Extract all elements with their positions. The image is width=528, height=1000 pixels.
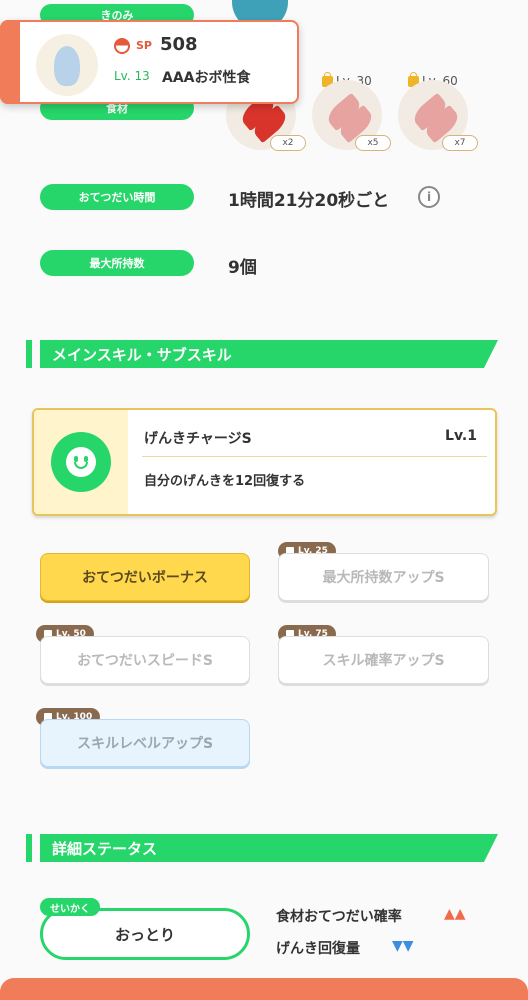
popup-accent bbox=[0, 20, 20, 104]
sp-value: 508 bbox=[160, 34, 198, 55]
section-header-status: 詳細ステータス bbox=[26, 834, 498, 862]
main-skill-description: 自分のげんきを12回復する bbox=[144, 474, 306, 489]
ingredient-count: x2 bbox=[270, 135, 306, 151]
pokeball-icon bbox=[114, 38, 130, 54]
ingredient-count: x5 bbox=[355, 135, 391, 151]
pokemon-avatar bbox=[36, 34, 98, 96]
nature-down-stat: げんき回復量 bbox=[276, 941, 360, 957]
nature-tag: せいかく bbox=[40, 898, 100, 916]
sub-skill-helping-speed[interactable]: おてつだいスピードS bbox=[40, 636, 250, 684]
sp-label: SP bbox=[136, 39, 152, 52]
nature-down-marks: ▼▼ bbox=[392, 938, 414, 954]
bottom-bar[interactable] bbox=[0, 978, 528, 1000]
sub-skill-helping-bonus[interactable]: おてつだいボーナス bbox=[40, 553, 250, 601]
divider bbox=[142, 456, 487, 457]
pokemon-level: Lv. 13 bbox=[114, 69, 150, 83]
nature-up-stat: 食材おてつだい確率 bbox=[276, 909, 402, 925]
sub-skill-skill-trigger-up[interactable]: スキル確率アップS bbox=[278, 636, 489, 684]
main-skill-level: Lv.1 bbox=[445, 428, 477, 444]
pokemon-name: AAAおボ性食 bbox=[162, 70, 251, 86]
sub-skill-max-carry-up[interactable]: 最大所持数アップS bbox=[278, 553, 489, 601]
section-header-skills: メインスキル・サブスキル bbox=[26, 340, 498, 368]
max-carry-value: 9個 bbox=[228, 258, 257, 278]
help-time-label: おてつだい時間 bbox=[40, 184, 194, 210]
pokemon-summary-popup[interactable]: SP 508 Lv. 13 AAAおボ性食 bbox=[0, 20, 299, 104]
nature-up-marks: ▲▲ bbox=[444, 906, 466, 922]
ingredient-count: x7 bbox=[442, 135, 478, 151]
sub-skill-skill-level-up[interactable]: スキルレベルアップS bbox=[40, 719, 250, 767]
main-skill-name: げんきチャージS bbox=[144, 431, 252, 447]
main-skill-card[interactable]: げんきチャージS Lv.1 自分のげんきを12回復する bbox=[32, 408, 497, 516]
help-time-value: 1時間21分20秒ごと bbox=[228, 191, 390, 211]
info-icon[interactable]: i bbox=[418, 186, 440, 208]
max-carry-label: 最大所持数 bbox=[40, 250, 194, 276]
smiley-icon bbox=[51, 432, 111, 492]
